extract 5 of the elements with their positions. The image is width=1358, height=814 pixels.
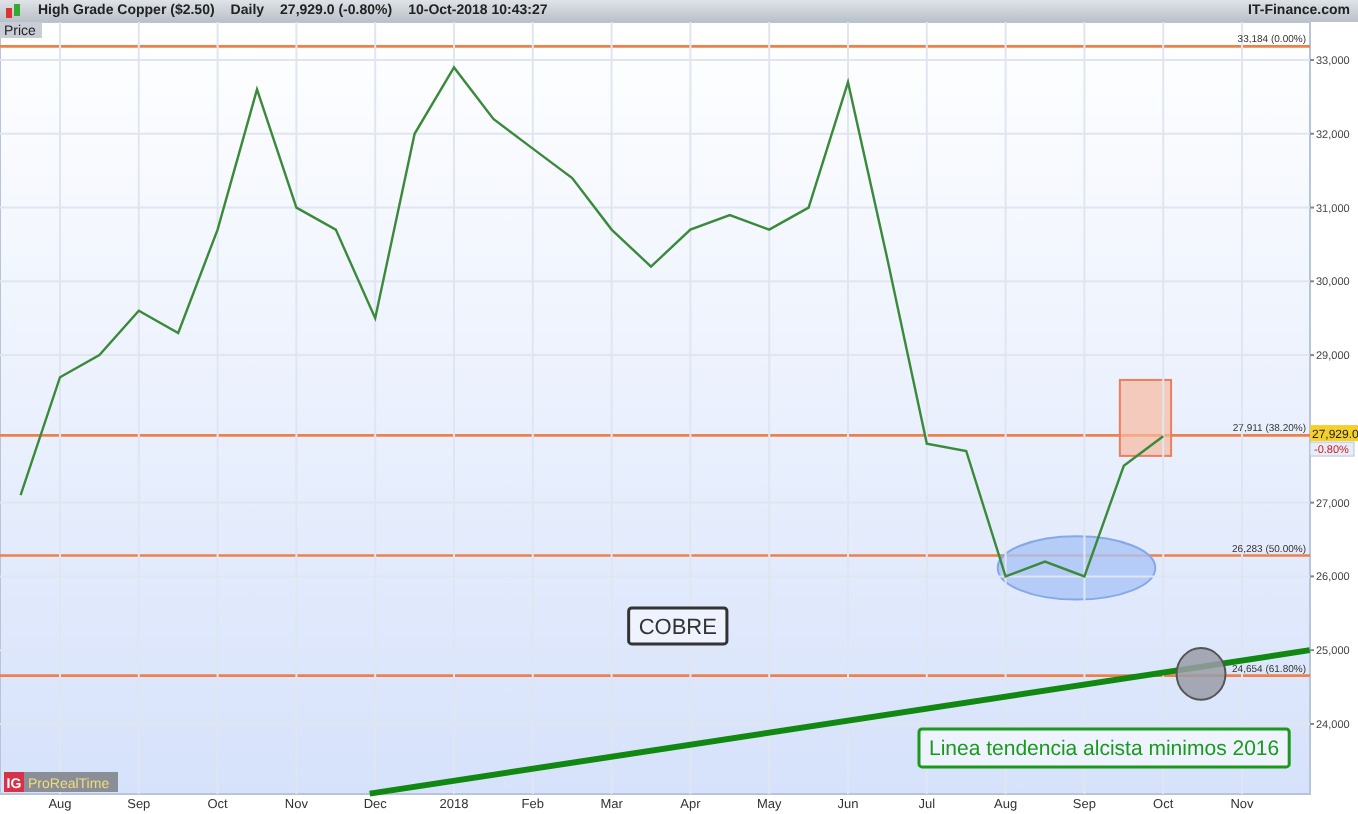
highlight-rectangle: [1118, 378, 1173, 457]
trendline-caption: Linea tendencia alcista minimos 2016: [917, 727, 1291, 769]
asset-label: COBRE: [627, 606, 729, 646]
candlestick-icon: [4, 2, 22, 20]
highlight-circle: [1175, 647, 1227, 701]
